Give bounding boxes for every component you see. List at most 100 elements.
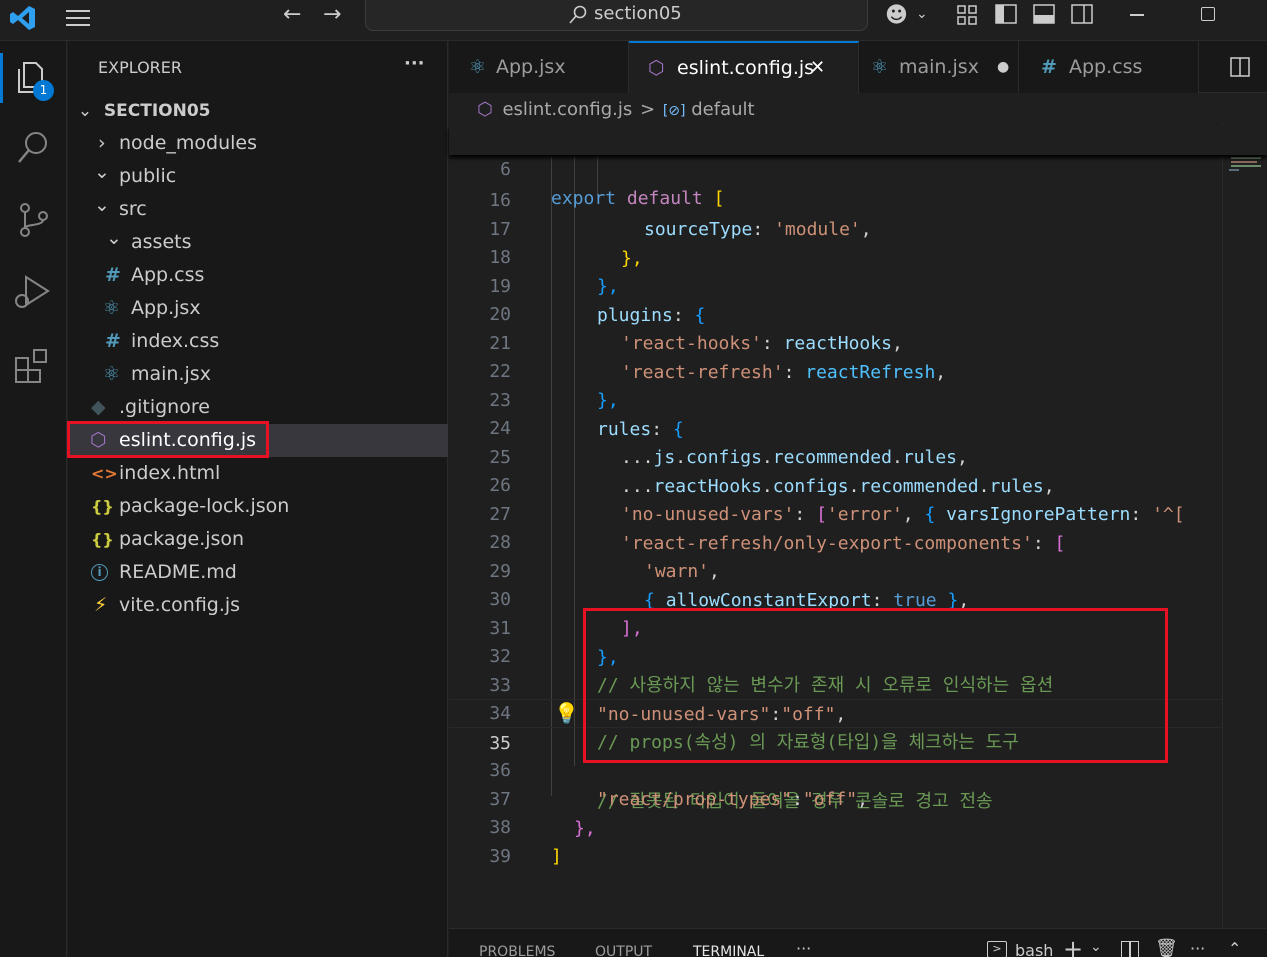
- code-line[interactable]: 23 rules: {: [449, 357, 1267, 440]
- css-file-icon: #: [105, 330, 121, 352]
- activity-bar: 1: [0, 41, 67, 957]
- explorer-sidebar: EXPLORER ··· ⌄ SECTION05 › node_modules …: [67, 41, 448, 957]
- tab-terminal[interactable]: TERMINAL: [693, 944, 764, 957]
- panel-more-icon[interactable]: ···: [796, 939, 811, 957]
- command-center[interactable]: section05: [365, 0, 868, 31]
- json-file-icon: {}: [91, 530, 114, 549]
- copilot-chevron-icon[interactable]: ⌄: [916, 6, 928, 22]
- tree-item-assets[interactable]: ⌄ assets: [68, 226, 448, 259]
- code-line[interactable]: 26 'no-unused-vars': ['error', { varsIgn…: [449, 442, 1267, 525]
- tree-item-app-css[interactable]: # App.css: [68, 259, 448, 292]
- code-line[interactable]: 38 ]: [449, 784, 1267, 867]
- sticky-code: export default [: [551, 188, 725, 209]
- lightbulb-icon[interactable]: 💡: [554, 699, 579, 728]
- forward-arrow-icon[interactable]: →: [323, 2, 341, 27]
- code-line[interactable]: 19 plugins: {: [449, 243, 1267, 326]
- tree-item-vite-config[interactable]: ⚡ vite.config.js: [68, 589, 448, 622]
- highlight-box-file: [67, 421, 269, 458]
- maximize-icon[interactable]: [1201, 7, 1215, 21]
- menu-icon[interactable]: [66, 8, 90, 26]
- new-terminal-icon[interactable]: +: [1063, 935, 1083, 957]
- tree-item-package-lock[interactable]: {} package-lock.json: [68, 490, 448, 523]
- copilot-icon[interactable]: ☻: [885, 3, 908, 28]
- minimize-icon[interactable]: [1130, 14, 1144, 16]
- terminal-dropdown-icon[interactable]: ⌄: [1090, 939, 1102, 955]
- split-editor-icon[interactable]: [1229, 56, 1251, 78]
- tab-output[interactable]: OUTPUT: [595, 944, 652, 957]
- chevron-down-icon: ⌄: [77, 101, 93, 121]
- react-file-icon: ⚛: [103, 363, 121, 385]
- tab-main-jsx[interactable]: ⚛ main.jsx ●: [859, 41, 1019, 93]
- run-debug-icon[interactable]: [12, 271, 54, 313]
- project-name: SECTION05: [103, 101, 211, 121]
- maximize-panel-icon[interactable]: ⌃: [1228, 939, 1241, 957]
- code-line[interactable]: 20 'react-hooks': reactHooks,: [449, 271, 1267, 354]
- search-view-icon[interactable]: [14, 128, 54, 168]
- code-line[interactable]: 25 ...reactHooks.configs.recommended.rul…: [449, 414, 1267, 497]
- close-tab-icon[interactable]: ✕: [810, 43, 825, 93]
- bottom-panel: PROBLEMS OUTPUT TERMINAL ··· > bash + ⌄ …: [449, 928, 1267, 957]
- toggle-panel-icon[interactable]: [1032, 3, 1056, 25]
- chevron-down-icon: ⌄: [94, 194, 110, 216]
- tree-item-main-jsx[interactable]: ⚛ main.jsx: [68, 358, 448, 391]
- git-file-icon: ◆: [91, 396, 106, 418]
- react-file-icon: ⚛: [103, 297, 121, 319]
- breadcrumb-file[interactable]: eslint.config.js: [502, 99, 632, 120]
- active-indicator: [0, 53, 3, 103]
- code-line[interactable]: 39: [449, 813, 1267, 867]
- css-file-icon: #: [1041, 56, 1057, 78]
- code-line[interactable]: 30 ],: [449, 556, 1267, 639]
- code-line[interactable]: 22 },: [449, 328, 1267, 411]
- code-line[interactable]: 27 'react-refresh/only-export-components…: [449, 471, 1267, 554]
- breadcrumb-symbol[interactable]: default: [691, 99, 754, 120]
- react-file-icon: ⚛: [871, 56, 889, 78]
- eslint-file-icon: ⬡: [648, 57, 665, 79]
- tree-item-index-css[interactable]: # index.css: [68, 325, 448, 358]
- info-file-icon: i: [91, 564, 108, 581]
- code-line[interactable]: 29 { allowConstantExport: true },: [449, 528, 1267, 611]
- vscode-logo-icon: [10, 6, 35, 30]
- json-file-icon: {}: [91, 497, 114, 516]
- tab-app-css[interactable]: # App.css: [1019, 41, 1199, 93]
- tree-item-node-modules[interactable]: › node_modules: [68, 127, 448, 160]
- extensions-icon[interactable]: [12, 344, 54, 386]
- customize-layout-icon[interactable]: [956, 4, 978, 26]
- trash-icon[interactable]: 🗑: [1155, 938, 1178, 957]
- source-control-icon[interactable]: [14, 199, 54, 239]
- toggle-primary-sidebar-icon[interactable]: [994, 3, 1018, 25]
- tree-item-gitignore[interactable]: ◆ .gitignore: [68, 391, 448, 424]
- editor-area: ⚛ App.jsx ⬡ eslint.config.js ✕ ⚛ main.js…: [449, 41, 1267, 957]
- html-file-icon: <>: [91, 464, 118, 483]
- code-line[interactable]: 28 'warn',: [449, 499, 1267, 582]
- chevron-down-icon: ⌄: [94, 161, 110, 183]
- tree-item-src[interactable]: ⌄ src: [68, 193, 448, 226]
- more-actions-icon[interactable]: ···: [404, 53, 425, 74]
- tree-item-package-json[interactable]: {} package.json: [68, 523, 448, 556]
- tab-eslint-config[interactable]: ⬡ eslint.config.js ✕: [629, 41, 859, 94]
- code-line[interactable]: 18 },: [449, 214, 1267, 297]
- search-text: section05: [594, 3, 682, 24]
- sticky-scroll-line[interactable]: 6 export default [: [449, 126, 1267, 209]
- code-line[interactable]: 24 ...js.configs.recommended.rules,: [449, 385, 1267, 468]
- title-bar: ← → section05 ☻ ⌄: [0, 0, 1267, 41]
- tree-item-public[interactable]: ⌄ public: [68, 160, 448, 193]
- code-line[interactable]: 16 sourceType: 'module',: [449, 157, 1267, 240]
- split-terminal-icon[interactable]: [1121, 941, 1139, 957]
- tree-item-app-jsx[interactable]: ⚛ App.jsx: [68, 292, 448, 325]
- tree-item-readme[interactable]: i README.md: [68, 556, 448, 589]
- back-arrow-icon[interactable]: ←: [283, 2, 301, 27]
- tab-problems[interactable]: PROBLEMS: [479, 944, 555, 957]
- code-line[interactable]: 21 'react-refresh': reactRefresh,: [449, 300, 1267, 383]
- breadcrumb: ⬡ eslint.config.js > [⊘] default: [477, 97, 755, 123]
- tab-app-jsx[interactable]: ⚛ App.jsx: [449, 41, 629, 93]
- terminal-shell[interactable]: bash: [1015, 941, 1053, 957]
- toggle-secondary-sidebar-icon[interactable]: [1070, 3, 1094, 25]
- minimap[interactable]: [1222, 123, 1267, 928]
- panel-actions-more-icon[interactable]: ···: [1190, 939, 1205, 957]
- vite-file-icon: ⚡: [94, 594, 108, 616]
- terminal-icon: >: [987, 941, 1007, 957]
- project-folder[interactable]: ⌄ SECTION05: [76, 96, 211, 126]
- tree-item-index-html[interactable]: <> index.html: [68, 457, 448, 490]
- unsaved-dot-icon[interactable]: ●: [997, 41, 1009, 93]
- search-icon: [569, 5, 587, 24]
